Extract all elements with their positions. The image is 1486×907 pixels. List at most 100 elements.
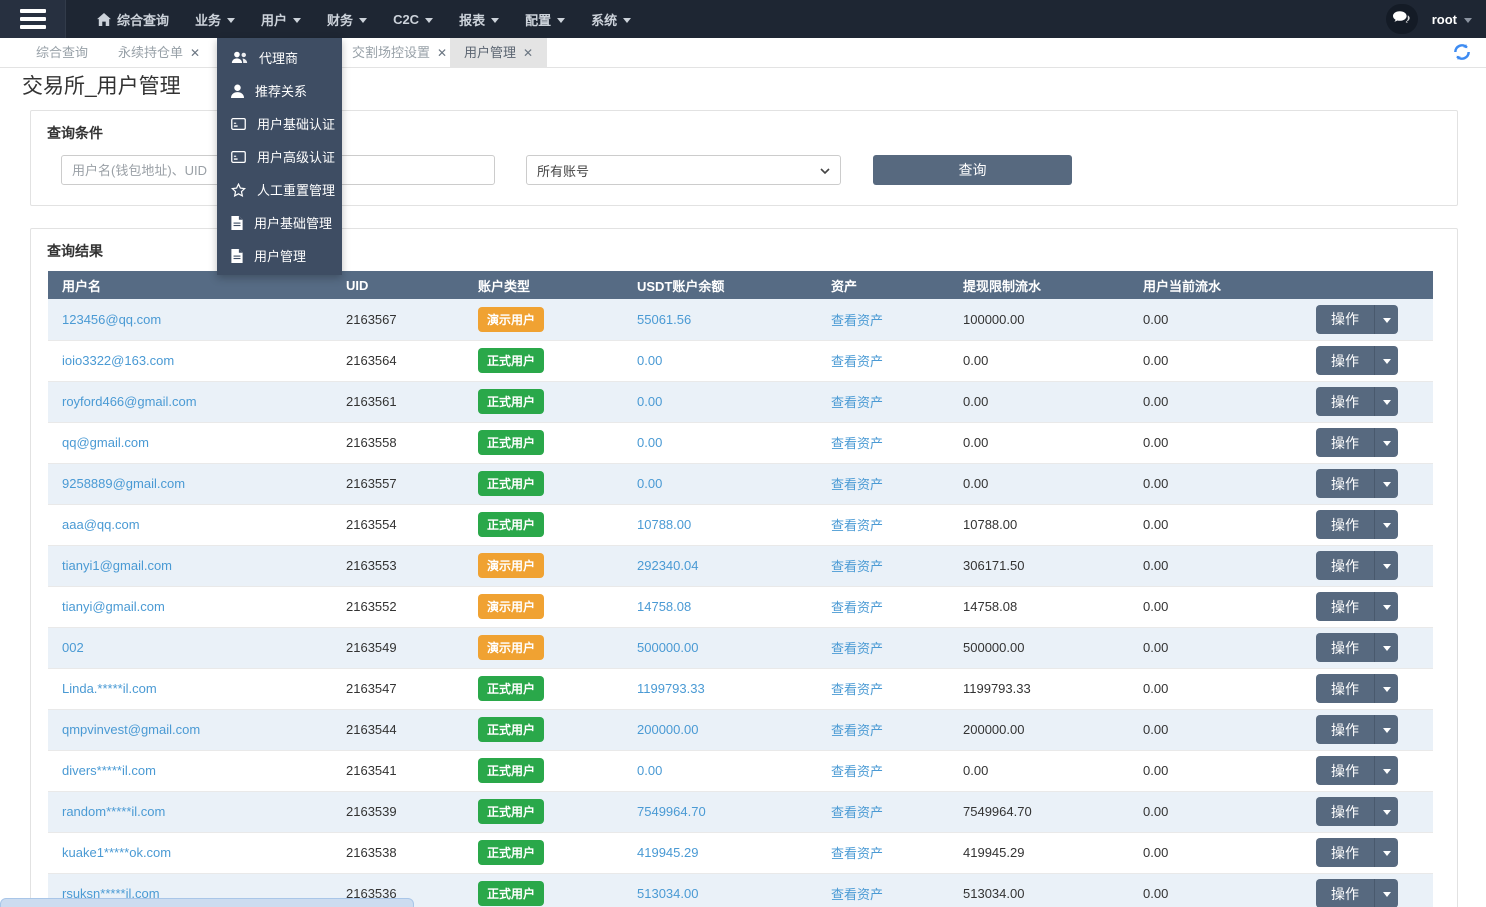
action-split-button[interactable]: 操作 [1316,674,1398,703]
username-link[interactable]: 9258889@gmail.com [62,476,185,491]
username-link[interactable]: 123456@qq.com [62,312,161,327]
usdt-balance-link[interactable]: 1199793.33 [637,681,705,696]
action-split-button[interactable]: 操作 [1316,551,1398,580]
username-link[interactable]: Linda.*****il.com [62,681,157,696]
menu-item-3[interactable]: 用户基础认证 [217,107,342,140]
nav-item-4[interactable]: 财务 [314,0,380,38]
action-dropdown-toggle[interactable] [1374,756,1398,785]
chat-button[interactable] [1386,4,1418,34]
usdt-balance-link[interactable]: 500000.00 [637,640,698,655]
view-assets-link[interactable]: 查看资产 [831,477,883,492]
view-assets-link[interactable]: 查看资产 [831,313,883,328]
nav-item-2[interactable]: 业务 [182,0,248,38]
nav-item-7[interactable]: 配置 [512,0,578,38]
action-split-button[interactable]: 操作 [1316,715,1398,744]
action-button[interactable]: 操作 [1316,674,1374,703]
view-assets-link[interactable]: 查看资产 [831,641,883,656]
action-dropdown-toggle[interactable] [1374,879,1398,907]
action-dropdown-toggle[interactable] [1374,674,1398,703]
tab-2[interactable]: 永续持仓单✕ [104,38,214,68]
menu-item-5[interactable]: 人工重置管理 [217,173,342,206]
nav-item-6[interactable]: 报表 [446,0,512,38]
view-assets-link[interactable]: 查看资产 [831,436,883,451]
usdt-balance-link[interactable]: 0.00 [637,394,662,409]
view-assets-link[interactable]: 查看资产 [831,682,883,697]
action-button[interactable]: 操作 [1316,305,1374,334]
action-dropdown-toggle[interactable] [1374,551,1398,580]
view-assets-link[interactable]: 查看资产 [831,354,883,369]
action-split-button[interactable]: 操作 [1316,756,1398,785]
action-button[interactable]: 操作 [1316,756,1374,785]
view-assets-link[interactable]: 查看资产 [831,723,883,738]
username-link[interactable]: random*****il.com [62,804,165,819]
usdt-balance-link[interactable]: 0.00 [637,763,662,778]
usdt-balance-link[interactable]: 55061.56 [637,312,691,327]
nav-item-3[interactable]: 用户 [248,0,314,38]
action-button[interactable]: 操作 [1316,715,1374,744]
username-link[interactable]: ioio3322@163.com [62,353,174,368]
action-split-button[interactable]: 操作 [1316,879,1398,907]
usdt-balance-link[interactable]: 7549964.70 [637,804,706,819]
view-assets-link[interactable]: 查看资产 [831,805,883,820]
menu-item-7[interactable]: 用户管理 [217,239,342,272]
hamburger-menu-button[interactable] [0,0,66,38]
tab-1[interactable]: 综合查询 [22,38,102,68]
usdt-balance-link[interactable]: 0.00 [637,435,662,450]
close-icon[interactable]: ✕ [437,46,447,60]
view-assets-link[interactable]: 查看资产 [831,887,883,902]
action-button[interactable]: 操作 [1316,633,1374,662]
action-split-button[interactable]: 操作 [1316,428,1398,457]
action-dropdown-toggle[interactable] [1374,305,1398,334]
action-split-button[interactable]: 操作 [1316,797,1398,826]
nav-item-8[interactable]: 系统 [578,0,644,38]
action-button[interactable]: 操作 [1316,510,1374,539]
usdt-balance-link[interactable]: 292340.04 [637,558,698,573]
username-link[interactable]: divers*****il.com [62,763,156,778]
action-button[interactable]: 操作 [1316,469,1374,498]
action-button[interactable]: 操作 [1316,879,1374,907]
action-dropdown-toggle[interactable] [1374,592,1398,621]
menu-item-1[interactable]: 代理商 [217,41,342,74]
username-link[interactable]: royford466@gmail.com [62,394,197,409]
menu-item-6[interactable]: 用户基础管理 [217,206,342,239]
action-dropdown-toggle[interactable] [1374,428,1398,457]
usdt-balance-link[interactable]: 419945.29 [637,845,698,860]
search-button[interactable]: 查询 [873,155,1072,185]
action-button[interactable]: 操作 [1316,428,1374,457]
action-dropdown-toggle[interactable] [1374,469,1398,498]
action-split-button[interactable]: 操作 [1316,346,1398,375]
action-split-button[interactable]: 操作 [1316,387,1398,416]
close-icon[interactable]: ✕ [523,46,533,60]
refresh-button[interactable] [1452,42,1472,65]
action-button[interactable]: 操作 [1316,387,1374,416]
action-dropdown-toggle[interactable] [1374,510,1398,539]
action-dropdown-toggle[interactable] [1374,633,1398,662]
usdt-balance-link[interactable]: 14758.08 [637,599,691,614]
close-icon[interactable]: ✕ [190,46,200,60]
username-link[interactable]: tianyi1@gmail.com [62,558,172,573]
action-dropdown-toggle[interactable] [1374,387,1398,416]
action-split-button[interactable]: 操作 [1316,633,1398,662]
usdt-balance-link[interactable]: 200000.00 [637,722,698,737]
action-dropdown-toggle[interactable] [1374,715,1398,744]
username-link[interactable]: tianyi@gmail.com [62,599,165,614]
menu-item-4[interactable]: 用户高级认证 [217,140,342,173]
account-type-select[interactable]: 所有账号 [526,155,841,185]
action-dropdown-toggle[interactable] [1374,838,1398,867]
username-link[interactable]: qq@gmail.com [62,435,149,450]
username-link[interactable]: aaa@qq.com [62,517,140,532]
view-assets-link[interactable]: 查看资产 [831,846,883,861]
action-split-button[interactable]: 操作 [1316,592,1398,621]
view-assets-link[interactable]: 查看资产 [831,764,883,779]
action-button[interactable]: 操作 [1316,592,1374,621]
action-split-button[interactable]: 操作 [1316,469,1398,498]
tab-4[interactable]: 用户管理✕ [450,38,547,68]
action-button[interactable]: 操作 [1316,838,1374,867]
tab-3[interactable]: 交割场控设置✕ [338,38,461,68]
action-button[interactable]: 操作 [1316,797,1374,826]
menu-item-2[interactable]: 推荐关系 [217,74,342,107]
view-assets-link[interactable]: 查看资产 [831,518,883,533]
usdt-balance-link[interactable]: 0.00 [637,353,662,368]
action-split-button[interactable]: 操作 [1316,510,1398,539]
view-assets-link[interactable]: 查看资产 [831,600,883,615]
